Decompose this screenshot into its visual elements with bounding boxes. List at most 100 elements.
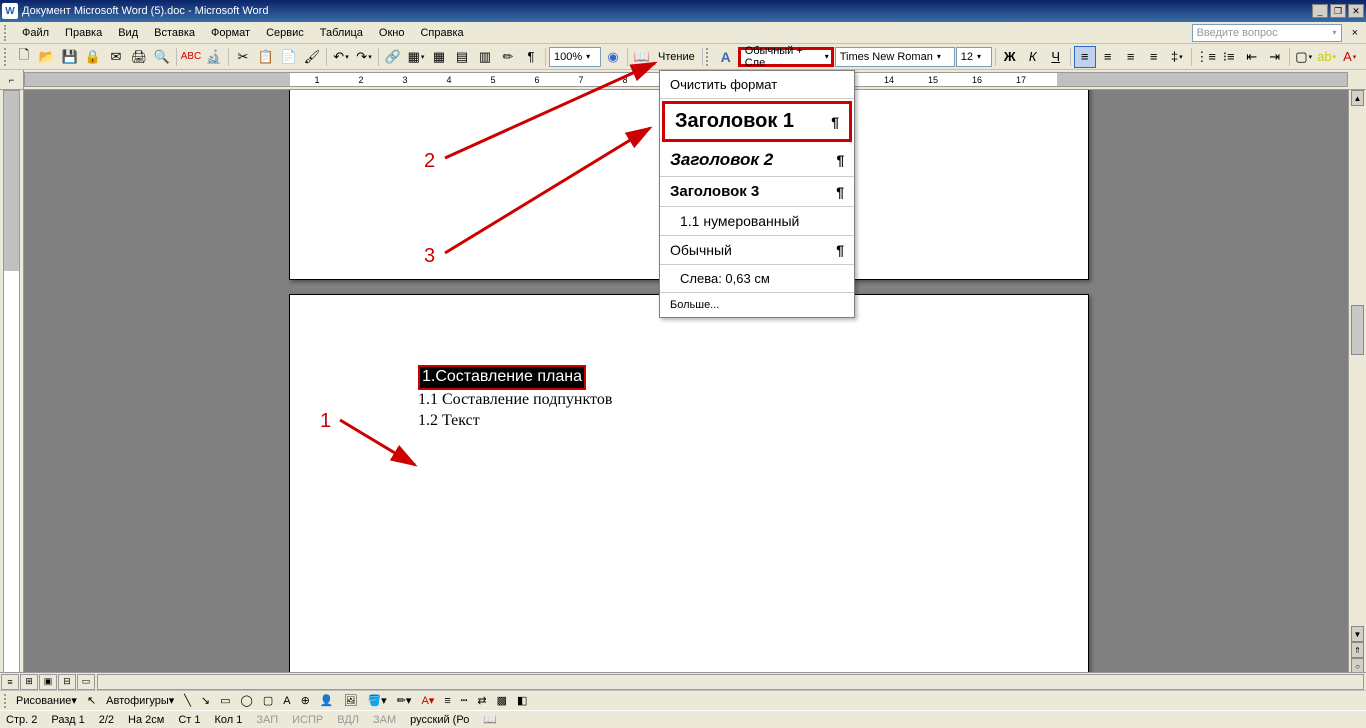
new-doc-icon[interactable]: 🗋 <box>13 46 35 68</box>
decrease-indent-icon[interactable]: ⇤ <box>1241 46 1263 68</box>
dash-style-icon[interactable]: ┉ <box>457 692 472 709</box>
format-painter-icon[interactable]: 🖌 <box>301 46 323 68</box>
menu-format[interactable]: Формат <box>203 25 258 41</box>
selected-heading-text[interactable]: 1.Составление плана <box>418 365 586 390</box>
vertical-scrollbar[interactable]: ▲ ▼ ⇑ ○ ⇓ <box>1348 90 1366 690</box>
open-icon[interactable]: 📂 <box>36 46 58 68</box>
outline-view-icon[interactable]: ⊟ <box>58 674 76 690</box>
insert-table-icon[interactable]: ▦ <box>428 46 450 68</box>
font-dropdown[interactable]: Times New Roman▾ <box>835 47 955 67</box>
doc-map-icon[interactable]: ¶ <box>520 46 542 68</box>
toolbar-grip[interactable] <box>706 48 712 66</box>
style-heading-2[interactable]: Заголовок 2¶ <box>660 144 854 177</box>
print-preview-icon[interactable]: 🔍 <box>151 46 173 68</box>
save-icon[interactable]: 💾 <box>59 46 81 68</box>
font-color-draw-icon[interactable]: A▾ <box>417 692 438 709</box>
borders-icon[interactable]: ▢▾ <box>1293 46 1315 68</box>
align-justify-icon[interactable]: ≡ <box>1143 46 1165 68</box>
zoom-dropdown[interactable]: 100%▾ <box>549 47 601 67</box>
style-heading-1[interactable]: Заголовок 1¶ <box>662 101 852 142</box>
line-icon[interactable]: ╲ <box>180 692 195 709</box>
print-view-icon[interactable]: ▣ <box>39 674 57 690</box>
columns-icon[interactable]: ▥ <box>474 46 496 68</box>
line-style-icon[interactable]: ≡ <box>440 693 454 709</box>
menu-help[interactable]: Справка <box>412 25 471 41</box>
research-icon[interactable]: 🔬 <box>203 46 225 68</box>
reading-label[interactable]: Чтение <box>654 51 699 63</box>
line-color-icon[interactable]: ✏▾ <box>393 692 416 709</box>
rectangle-icon[interactable]: ▭ <box>216 692 234 709</box>
print-icon[interactable]: 🖨 <box>128 46 150 68</box>
reading-view-icon[interactable]: ▭ <box>77 674 95 690</box>
read-icon[interactable]: 📖 <box>631 46 653 68</box>
fill-color-icon[interactable]: 🪣▾ <box>363 692 390 709</box>
scroll-thumb[interactable] <box>1351 305 1364 355</box>
italic-button[interactable]: К <box>1022 46 1044 68</box>
style-more[interactable]: Больше... <box>660 293 854 317</box>
redo-icon[interactable]: ↷▾ <box>353 46 375 68</box>
menu-window[interactable]: Окно <box>371 25 413 41</box>
normal-view-icon[interactable]: ≡ <box>1 674 19 690</box>
doc-close-button[interactable]: × <box>1348 27 1362 39</box>
align-right-icon[interactable]: ≡ <box>1120 46 1142 68</box>
style-normal[interactable]: Обычный¶ <box>660 236 854 265</box>
scroll-down-icon[interactable]: ▼ <box>1351 626 1364 642</box>
help-question-input[interactable]: Введите вопрос▾ <box>1192 24 1342 42</box>
line-spacing-icon[interactable]: ‡▾ <box>1166 46 1188 68</box>
vertical-ruler[interactable] <box>0 90 24 690</box>
web-view-icon[interactable]: ⊞ <box>20 674 38 690</box>
doc-line-3[interactable]: 1.2 Текст <box>418 411 960 432</box>
wordart-icon[interactable]: A <box>279 693 294 709</box>
clipart-icon[interactable]: 👤 <box>316 692 338 709</box>
menu-edit[interactable]: Правка <box>57 25 110 41</box>
style-indent[interactable]: Слева: 0,63 см <box>660 265 854 293</box>
shadow-icon[interactable]: ▩ <box>493 692 511 709</box>
prev-page-icon[interactable]: ⇑ <box>1351 642 1364 658</box>
scroll-up-icon[interactable]: ▲ <box>1351 90 1364 106</box>
ruler-corner[interactable]: ⌐ <box>0 70 24 89</box>
oval-icon[interactable]: ◯ <box>237 692 257 709</box>
picture-icon[interactable]: 🖼 <box>340 692 362 709</box>
horizontal-scrollbar[interactable] <box>97 674 1364 690</box>
textbox-icon[interactable]: ▢ <box>259 692 277 709</box>
help-icon[interactable]: ◉ <box>602 46 624 68</box>
excel-icon[interactable]: ▤ <box>451 46 473 68</box>
undo-icon[interactable]: ↶▾ <box>330 46 352 68</box>
minimize-button[interactable]: _ <box>1312 4 1328 18</box>
style-heading-3[interactable]: Заголовок 3¶ <box>660 177 854 207</box>
font-color-icon[interactable]: A▾ <box>1339 46 1361 68</box>
3d-icon[interactable]: ◧ <box>513 692 531 709</box>
paste-icon[interactable]: 📄 <box>278 46 300 68</box>
toolbar-grip[interactable] <box>4 48 10 66</box>
autoshapes-menu[interactable]: Автофигуры ▾ <box>102 692 178 709</box>
style-dropdown[interactable]: Обычный + Сле▾ <box>738 47 834 67</box>
toolbar-grip[interactable] <box>4 694 10 708</box>
cut-icon[interactable]: ✂ <box>232 46 254 68</box>
toolbar-grip[interactable] <box>4 25 10 41</box>
email-icon[interactable]: ✉ <box>105 46 127 68</box>
status-spellcheck-icon[interactable]: 📖 <box>483 713 497 726</box>
increase-indent-icon[interactable]: ⇥ <box>1264 46 1286 68</box>
highlight-icon[interactable]: ab▾ <box>1316 46 1338 68</box>
select-objects-icon[interactable]: ↖ <box>83 692 100 709</box>
bullets-icon[interactable]: ⁝≡ <box>1218 46 1240 68</box>
arrow-icon[interactable]: ↘ <box>197 692 214 709</box>
copy-icon[interactable]: 📋 <box>255 46 277 68</box>
align-left-icon[interactable]: ≡ <box>1074 46 1096 68</box>
arrow-style-icon[interactable]: ⇄ <box>473 692 490 709</box>
style-clear-format[interactable]: Очистить формат <box>660 71 854 99</box>
tables-borders-icon[interactable]: ▦▾ <box>405 46 427 68</box>
align-center-icon[interactable]: ≡ <box>1097 46 1119 68</box>
styles-pane-icon[interactable]: A <box>715 46 737 68</box>
numbering-icon[interactable]: ⋮≡ <box>1195 46 1217 68</box>
menu-view[interactable]: Вид <box>110 25 146 41</box>
diagram-icon[interactable]: ⊕ <box>297 692 314 709</box>
menu-insert[interactable]: Вставка <box>146 25 203 41</box>
menu-table[interactable]: Таблица <box>312 25 371 41</box>
restore-button[interactable]: ❐ <box>1330 4 1346 18</box>
permission-icon[interactable]: 🔒 <box>82 46 104 68</box>
bold-button[interactable]: Ж <box>999 46 1021 68</box>
spellcheck-icon[interactable]: ABC <box>180 46 202 68</box>
menu-tools[interactable]: Сервис <box>258 25 312 41</box>
underline-button[interactable]: Ч <box>1045 46 1067 68</box>
